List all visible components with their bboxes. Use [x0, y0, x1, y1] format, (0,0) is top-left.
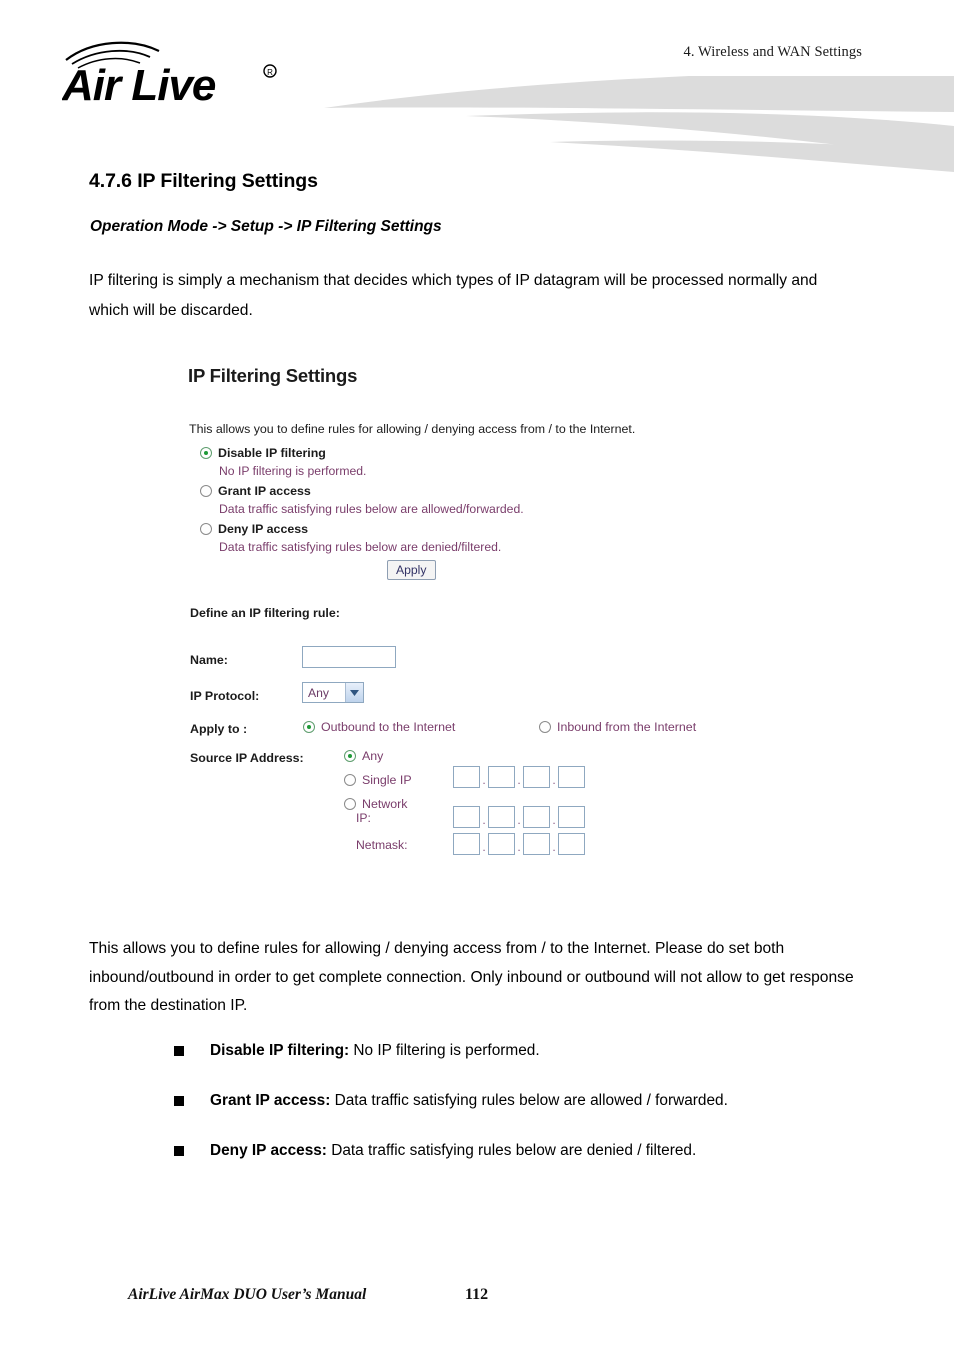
octet-separator: .	[482, 813, 486, 827]
body-paragraph: This allows you to define rules for allo…	[89, 940, 854, 1014]
radio-icon-source-any[interactable]	[344, 749, 356, 762]
apply-to-field-label: Apply to :	[190, 722, 248, 736]
bullet-list: Disable IP filtering: No IP filtering is…	[89, 1040, 879, 1190]
name-input[interactable]	[302, 646, 396, 668]
ip-protocol-select[interactable]: Any	[302, 682, 364, 703]
radio-label-inbound-from-internet: Inbound from the Internet	[557, 719, 697, 734]
square-bullet-icon	[174, 1096, 184, 1106]
radio-label-grant-ip-access: Grant IP access	[218, 483, 311, 498]
radio-option-grant-ip-access[interactable]: Grant IP access	[189, 481, 524, 500]
network-ip-label: IP:	[356, 811, 371, 825]
network-netmask-label: Netmask:	[356, 838, 408, 852]
breadcrumb: Operation Mode -> Setup -> IP Filtering …	[90, 218, 442, 235]
source-ip-address-field-label: Source IP Address:	[190, 751, 304, 765]
radio-label-outbound-to-internet: Outbound to the Internet	[321, 719, 456, 734]
list-item-text: Data traffic satisfying rules below are …	[326, 1142, 697, 1159]
network-ip-octet-3[interactable]	[523, 806, 550, 828]
page-footer: AirLive AirMax DUO User’s Manual 112	[0, 1286, 954, 1316]
radio-option-deny-ip-access[interactable]: Deny IP access	[189, 519, 524, 538]
list-item-term: Disable IP filtering:	[210, 1042, 350, 1059]
svg-text:R: R	[267, 68, 273, 77]
radio-icon-source-network[interactable]	[344, 797, 356, 810]
radio-icon-inbound-from-internet[interactable]	[539, 720, 551, 733]
radio-label-source-single-ip: Single IP	[362, 772, 412, 787]
single-ip-octet-group: . . .	[453, 766, 585, 788]
network-ip-octet-group: . . .	[453, 806, 585, 828]
radio-label-source-network: Network	[362, 796, 408, 811]
single-ip-octet-2[interactable]	[488, 766, 515, 788]
single-ip-octet-4[interactable]	[558, 766, 585, 788]
radio-icon-deny-ip-access[interactable]	[200, 522, 212, 535]
octet-separator: .	[552, 773, 556, 787]
radio-label-source-any: Any	[362, 748, 384, 763]
radio-icon-source-single-ip[interactable]	[344, 773, 356, 786]
octet-separator: .	[482, 773, 486, 787]
radio-icon-grant-ip-access[interactable]	[200, 484, 212, 497]
network-netmask-octet-3[interactable]	[523, 833, 550, 855]
radio-icon-disable-ip-filtering[interactable]	[200, 446, 212, 459]
square-bullet-icon	[174, 1046, 184, 1056]
filter-mode-radio-group: Disable IP filtering No IP filtering is …	[189, 443, 524, 557]
radio-option-outbound-to-internet[interactable]: Outbound to the Internet	[292, 717, 455, 736]
list-item: Deny IP access: Data traffic satisfying …	[89, 1140, 879, 1162]
radio-option-source-any[interactable]: Any	[333, 746, 383, 765]
footer-page-number: 112	[465, 1286, 489, 1303]
list-item: Disable IP filtering: No IP filtering is…	[89, 1040, 879, 1062]
radio-icon-outbound-to-internet[interactable]	[303, 720, 315, 733]
panel-title: IP Filtering Settings	[188, 365, 358, 386]
ip-protocol-field-label: IP Protocol:	[190, 689, 260, 703]
section-heading: 4.7.6 IP Filtering Settings	[89, 170, 318, 192]
panel-intro-text: This allows you to define rules for allo…	[189, 422, 636, 436]
radio-desc-grant-ip-access: Data traffic satisfying rules below are …	[219, 502, 524, 516]
router-ui-screenshot: IP Filtering Settings This allows you to…	[188, 365, 748, 885]
footer-manual-title: AirLive AirMax DUO User’s Manual	[128, 1286, 367, 1303]
list-item: Grant IP access: Data traffic satisfying…	[89, 1090, 879, 1112]
radio-label-deny-ip-access: Deny IP access	[218, 521, 309, 536]
octet-separator: .	[552, 813, 556, 827]
network-netmask-octet-2[interactable]	[488, 833, 515, 855]
network-netmask-octet-4[interactable]	[558, 833, 585, 855]
single-ip-octet-1[interactable]	[453, 766, 480, 788]
radio-desc-disable-ip-filtering: No IP filtering is performed.	[219, 464, 367, 478]
octet-separator: .	[517, 813, 521, 827]
define-rule-label: Define an IP filtering rule:	[190, 606, 340, 620]
network-ip-octet-1[interactable]	[453, 806, 480, 828]
name-field-label: Name:	[190, 653, 228, 667]
page-header: 4. Wireless and WAN Settings Air Live R	[0, 0, 954, 172]
list-item-text: No IP filtering is performed.	[349, 1042, 540, 1059]
radio-option-source-single-ip[interactable]: Single IP	[333, 770, 412, 789]
list-item-text: Data traffic satisfying rules below are …	[330, 1092, 728, 1109]
header-chapter-label: 4. Wireless and WAN Settings	[683, 44, 862, 60]
decorative-swoosh-graphic	[300, 76, 954, 172]
octet-separator: .	[482, 840, 486, 854]
network-ip-octet-4[interactable]	[558, 806, 585, 828]
radio-label-disable-ip-filtering: Disable IP filtering	[218, 445, 326, 460]
octet-separator: .	[517, 773, 521, 787]
apply-button[interactable]: Apply	[387, 560, 436, 580]
square-bullet-icon	[174, 1146, 184, 1156]
octet-separator: .	[517, 840, 521, 854]
network-netmask-octet-group: . . .	[453, 833, 585, 855]
svg-text:Air Live: Air Live	[62, 61, 216, 110]
radio-option-disable-ip-filtering[interactable]: Disable IP filtering	[189, 443, 524, 462]
single-ip-octet-3[interactable]	[523, 766, 550, 788]
radio-desc-deny-ip-access: Data traffic satisfying rules below are …	[219, 540, 502, 554]
airlive-logo: Air Live R	[62, 38, 292, 112]
ip-protocol-selected-value: Any	[308, 685, 330, 700]
network-ip-octet-2[interactable]	[488, 806, 515, 828]
chevron-down-icon[interactable]	[345, 683, 363, 702]
intro-paragraph: IP filtering is simply a mechanism that …	[89, 272, 818, 319]
radio-option-inbound-from-internet[interactable]: Inbound from the Internet	[528, 717, 696, 736]
list-item-term: Grant IP access:	[210, 1092, 331, 1109]
list-item-term: Deny IP access:	[210, 1142, 327, 1159]
octet-separator: .	[552, 840, 556, 854]
network-netmask-octet-1[interactable]	[453, 833, 480, 855]
